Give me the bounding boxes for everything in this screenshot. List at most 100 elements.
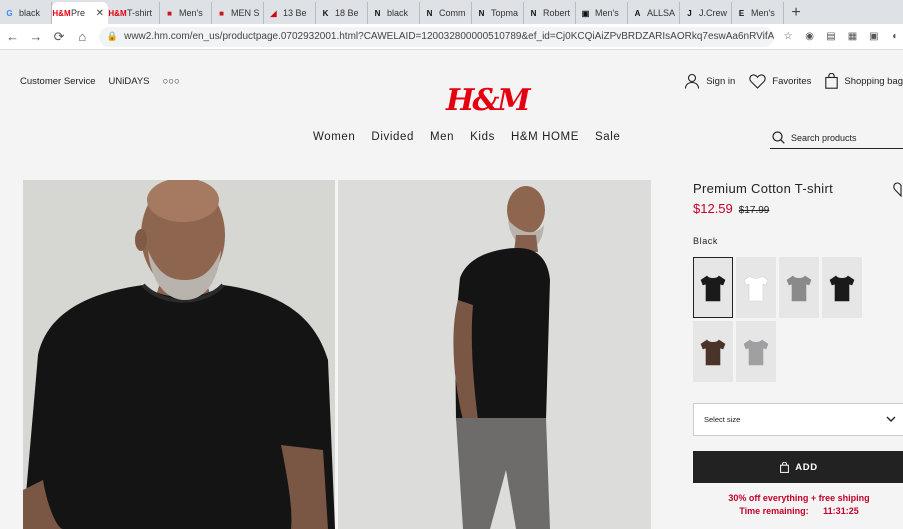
color-swatch-black-2[interactable] [822, 257, 862, 318]
tab-label: Men's [595, 8, 619, 18]
add-to-bag-button[interactable]: ADD [693, 451, 903, 483]
back-icon[interactable]: ← [2, 26, 23, 48]
browser-tab[interactable]: K 18 Be [316, 2, 368, 24]
browser-tab[interactable]: H&M Pre ✕ [52, 2, 108, 24]
tab-favicon-icon: H&M [52, 8, 71, 18]
main-navigation: Women Divided Men Kids H&M HOME Sale [313, 131, 620, 143]
favorite-heart-icon[interactable] [893, 182, 903, 197]
customer-service-link[interactable]: Customer Service [20, 76, 96, 87]
shopping-bag-label: Shopping bag [844, 75, 903, 87]
tab-label: black [19, 8, 41, 18]
tab-label: ALLSA [647, 8, 675, 18]
tab-favicon-icon: N [374, 8, 381, 18]
hm-logo[interactable]: H&M [446, 83, 531, 118]
browser-toolbar: ← → ⟳ ⌂ 🔒 www2.hm.com/en_us/productpage.… [0, 24, 903, 50]
color-swatches [693, 257, 868, 382]
size-select[interactable]: Select size [693, 403, 903, 436]
price-block: $12.59 $17.99 [693, 201, 769, 216]
url-text: www2.hm.com/en_us/productpage.0702932001… [124, 31, 775, 42]
browser-tab[interactable]: N Topma [472, 2, 524, 24]
nav-hm-home[interactable]: H&M HOME [511, 131, 579, 143]
browser-tab[interactable]: Gblack [0, 2, 52, 24]
promo-banner: 30% off everything + free shiping Time r… [693, 492, 903, 518]
tshirt-icon [743, 339, 769, 365]
product-title: Premium Cotton T-shirt [693, 181, 834, 196]
tshirt-icon [743, 275, 769, 301]
more-icon[interactable]: ○○○ [163, 76, 180, 87]
unidays-link[interactable]: UNiDAYS [109, 76, 150, 87]
color-label: Black [693, 236, 719, 246]
browser-tab[interactable]: N Comm [420, 2, 472, 24]
product-image-front[interactable] [23, 180, 335, 529]
extension-icon[interactable]: ▣ [866, 29, 881, 45]
tshirt-icon [786, 275, 812, 301]
tab-favicon-icon: N [478, 8, 485, 18]
tab-favicon-icon: J [687, 8, 692, 18]
tab-label: Robert [543, 8, 571, 18]
nav-sale[interactable]: Sale [595, 131, 620, 143]
search-placeholder: Search products [791, 132, 857, 143]
tab-label: T-shirt [127, 8, 153, 18]
nav-kids[interactable]: Kids [470, 131, 495, 143]
browser-tab-strip: Gblack H&M Pre ✕ H&M T-shirt ■ Men's ■ MEN S ◢ 13 B… [0, 0, 903, 24]
reload-icon[interactable]: ⟳ [48, 26, 69, 48]
color-swatch-black[interactable] [693, 257, 733, 318]
browser-tab[interactable]: ▣ Men's [576, 2, 628, 24]
browser-tab[interactable]: ■ MEN S [212, 2, 264, 24]
tab-favicon-icon: ▣ [581, 8, 590, 18]
nav-women[interactable]: Women [313, 131, 355, 143]
home-icon[interactable]: ⌂ [72, 26, 93, 48]
extension-icon[interactable]: ▦ [845, 29, 860, 45]
color-swatch-white[interactable] [736, 257, 776, 318]
browser-tab[interactable]: N Robert [524, 2, 576, 24]
extension-icon[interactable]: ◉ [802, 29, 817, 45]
favorites-link[interactable]: Favorites [749, 73, 812, 89]
shopping-bag-link[interactable]: Shopping bag [825, 73, 903, 89]
sign-in-link[interactable]: Sign in [684, 73, 735, 89]
extension-icon[interactable]: ◐ [888, 29, 903, 45]
tab-favicon-icon: H&M [108, 8, 127, 18]
tab-close-icon[interactable]: ✕ [96, 8, 104, 19]
new-tab-button[interactable]: + [784, 2, 808, 24]
tab-label: Comm [439, 8, 466, 18]
tab-favicon-icon: N [530, 8, 537, 18]
tab-favicon-icon: ■ [219, 8, 224, 18]
forward-icon[interactable]: → [25, 26, 46, 48]
favorites-label: Favorites [772, 75, 812, 87]
browser-tab[interactable]: ◢ 13 Be [264, 2, 316, 24]
product-image-side[interactable] [338, 180, 651, 529]
tab-label: 18 Be [335, 8, 359, 18]
tab-label: Pre [71, 8, 86, 18]
browser-tab[interactable]: H&M T-shirt [108, 2, 160, 24]
color-swatch-gray-2[interactable] [736, 321, 776, 382]
color-swatch-gray-pattern[interactable] [779, 257, 819, 318]
bookmark-star-icon[interactable]: ☆ [780, 29, 795, 45]
tab-favicon-icon: G [6, 8, 13, 18]
search-input[interactable]: Search products [770, 127, 903, 149]
nav-divided[interactable]: Divided [371, 131, 414, 143]
browser-tab[interactable]: J J.Crew [680, 2, 732, 24]
browser-tab[interactable]: ■ Men's [160, 2, 212, 24]
browser-tab[interactable]: A ALLSA [628, 2, 680, 24]
nav-men[interactable]: Men [430, 131, 454, 143]
sale-price: $12.59 [693, 201, 733, 216]
tshirt-icon [700, 275, 726, 301]
promo-timer: Time remaining: 11:31:25 [693, 505, 903, 518]
tab-label: MEN S [231, 8, 259, 18]
timer-value: 11:31:25 [823, 506, 859, 516]
browser-tab[interactable]: E Men's [732, 2, 784, 24]
user-icon [685, 73, 700, 89]
tab-favicon-icon: ■ [167, 8, 172, 18]
tab-favicon-icon: A [634, 8, 641, 18]
lock-icon: 🔒 [106, 31, 119, 41]
tab-favicon-icon: N [426, 8, 433, 18]
original-price: $17.99 [738, 205, 770, 216]
product-page: Customer Service UNiDAYS ○○○ Sign in Fav… [0, 51, 903, 529]
address-bar[interactable]: 🔒 www2.hm.com/en_us/productpage.07029320… [98, 26, 775, 47]
size-select-label: Select size [704, 415, 741, 424]
browser-tab[interactable]: Nblack [368, 2, 420, 24]
color-swatch-brown-pattern[interactable] [693, 321, 733, 382]
extension-icon[interactable]: ▤ [823, 29, 838, 45]
tab-favicon-icon: ◢ [270, 8, 277, 18]
tab-favicon-icon: K [322, 8, 329, 18]
